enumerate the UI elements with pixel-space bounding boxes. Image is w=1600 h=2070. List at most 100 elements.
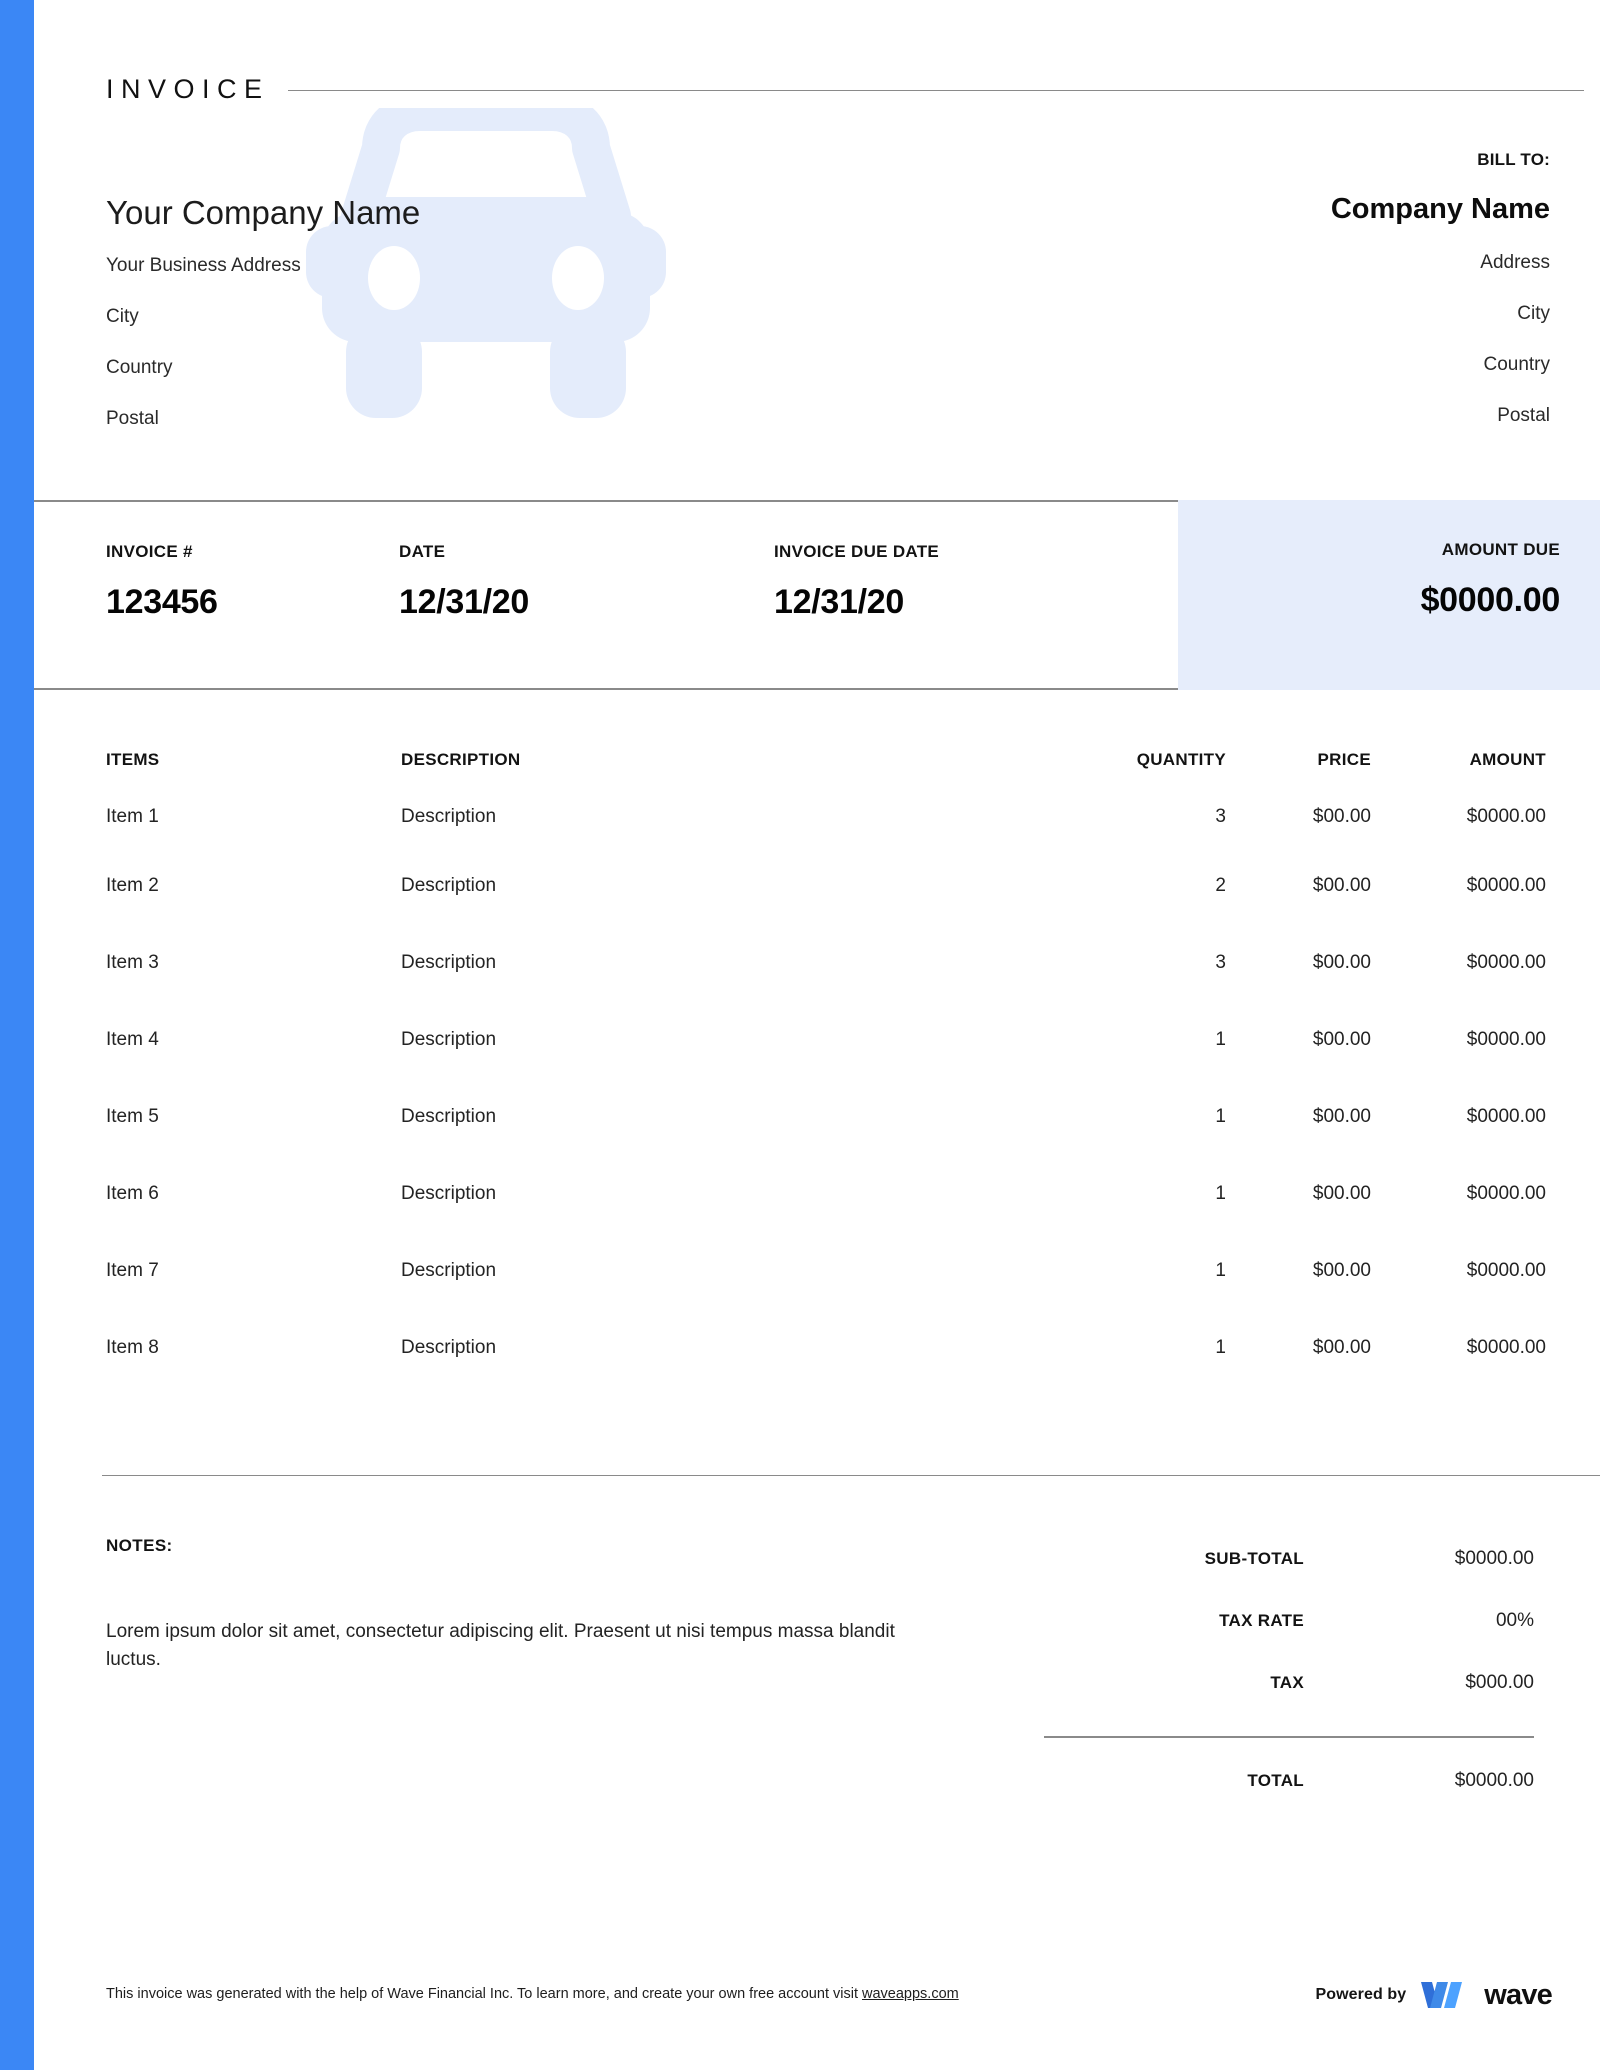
invoice-due-date-label: INVOICE DUE DATE — [774, 542, 940, 561]
amount-due-panel: AMOUNT DUE $0000.00 — [1178, 500, 1600, 690]
row-price: $00.00 — [1312, 874, 1371, 896]
invoice-number-value: 123456 — [106, 583, 218, 621]
notes-label: NOTES: — [106, 1536, 173, 1555]
row-price: $00.00 — [1312, 1182, 1371, 1204]
row-item-name: Item 6 — [106, 1182, 159, 1204]
row-description: Description — [401, 874, 497, 896]
row-price: $00.00 — [1312, 951, 1371, 973]
footer-disclaimer-text: This invoice was generated with the help… — [106, 1986, 862, 2002]
sender-address-line: Your Business Address — [106, 254, 301, 276]
invoice-date-value: 12/31/20 — [399, 583, 529, 621]
table-row: Item 3 Description 3 $00.00 $0000.00 — [106, 924, 1546, 1001]
totals-divider — [1044, 1736, 1534, 1738]
row-amount: $0000.00 — [1466, 805, 1546, 827]
bill-to-postal: Postal — [1497, 405, 1550, 426]
notes-and-totals: NOTES: Lorem ipsum dolor sit amet, conse… — [34, 1476, 1600, 1906]
powered-by-label: Powered by — [1315, 1986, 1407, 2003]
items-table-body: Item 1 Description 3 $00.00 $0000.00 Item 2 De… — [106, 770, 1546, 1386]
row-quantity: 1 — [1215, 1182, 1226, 1204]
waveapps-link[interactable]: waveapps.com — [862, 1986, 959, 2002]
row-amount: $0000.00 — [1466, 1336, 1546, 1358]
invoice-date-label: DATE — [399, 542, 446, 561]
row-amount: $0000.00 — [1466, 874, 1546, 896]
row-quantity: 3 — [1215, 805, 1226, 827]
row-description: Description — [401, 1028, 497, 1050]
items-table-head: ITEMS DESCRIPTION QUANTITY PRICE AMOUNT — [106, 690, 1546, 770]
invoice-due-date-value: 12/31/20 — [774, 583, 904, 621]
notes-block: NOTES: Lorem ipsum dolor sit amet, conse… — [106, 1536, 896, 1673]
page-title: INVOICE — [106, 73, 270, 104]
total-value: $0000.00 — [1454, 1770, 1534, 1791]
total-label: TOTAL — [1247, 1771, 1304, 1790]
column-header-quantity: QUANTITY — [1136, 750, 1226, 769]
row-item-name: Item 7 — [106, 1259, 159, 1281]
invoice-title-row: INVOICE — [106, 72, 1584, 106]
invoice-content: INVOICE Your Company Name Your Business … — [34, 0, 1600, 2070]
table-row: Item 5 Description 1 $00.00 $0000.00 — [106, 1078, 1546, 1155]
invoice-page: INVOICE Your Company Name Your Business … — [0, 0, 1600, 2070]
invoice-date-cell: DATE 12/31/20 — [399, 542, 529, 622]
sender-country: Country — [106, 356, 173, 378]
column-header-description: DESCRIPTION — [401, 750, 521, 769]
bill-to-address: Address — [1480, 252, 1550, 273]
bill-to-country: Country — [1483, 354, 1550, 375]
tax-row: TAX $000.00 — [1044, 1652, 1534, 1714]
row-amount: $0000.00 — [1466, 1182, 1546, 1204]
subtotal-row: SUB-TOTAL $0000.00 — [1044, 1528, 1534, 1590]
column-header-price: PRICE — [1317, 750, 1371, 769]
row-price: $00.00 — [1312, 1259, 1371, 1281]
table-row: Item 2 Description 2 $00.00 $0000.00 — [106, 847, 1546, 924]
row-quantity: 3 — [1215, 951, 1226, 973]
sender-block: Your Company Name Your Business Address … — [106, 194, 726, 428]
row-price: $00.00 — [1312, 1336, 1371, 1358]
title-divider — [287, 89, 1584, 91]
amount-due-cell: AMOUNT DUE $0000.00 — [1420, 540, 1561, 620]
row-quantity: 1 — [1215, 1259, 1226, 1281]
row-amount: $0000.00 — [1466, 1259, 1546, 1281]
table-row: Item 4 Description 1 $00.00 $0000.00 — [106, 1001, 1546, 1078]
row-item-name: Item 3 — [106, 951, 159, 973]
items-table: ITEMS DESCRIPTION QUANTITY PRICE AMOUNT … — [106, 690, 1546, 1386]
bill-to-company-name: Company Name — [1330, 193, 1550, 225]
row-item-name: Item 2 — [106, 874, 159, 896]
row-amount: $0000.00 — [1466, 1105, 1546, 1127]
amount-due-value: $0000.00 — [1420, 581, 1561, 619]
tax-rate-row: TAX RATE 00% — [1044, 1590, 1534, 1652]
row-description: Description — [401, 1336, 497, 1358]
invoice-meta-band: INVOICE # 123456 DATE 12/31/20 INVOICE D… — [34, 500, 1600, 690]
row-description: Description — [401, 1105, 497, 1127]
sender-city: City — [106, 305, 139, 327]
table-row: Item 7 Description 1 $00.00 $0000.00 — [106, 1232, 1546, 1309]
invoice-meta-fields: INVOICE # 123456 DATE 12/31/20 INVOICE D… — [34, 500, 1178, 690]
wave-logo-icon — [1421, 1982, 1463, 2008]
subtotal-value: $0000.00 — [1454, 1548, 1534, 1569]
table-row: Item 8 Description 1 $00.00 $0000.00 — [106, 1309, 1546, 1386]
invoice-footer: This invoice was generated with the help… — [34, 1978, 1600, 2018]
row-item-name: Item 1 — [106, 805, 159, 827]
row-quantity: 1 — [1215, 1105, 1226, 1127]
row-item-name: Item 5 — [106, 1105, 159, 1127]
footer-disclaimer: This invoice was generated with the help… — [106, 1986, 959, 2002]
column-header-items: ITEMS — [106, 750, 160, 769]
bill-to-city: City — [1517, 303, 1550, 324]
total-row: TOTAL $0000.00 — [1044, 1750, 1534, 1812]
wave-brand-name: wave — [1484, 1978, 1553, 2011]
notes-text: Lorem ipsum dolor sit amet, consectetur … — [106, 1621, 895, 1670]
tax-rate-label: TAX RATE — [1219, 1611, 1304, 1630]
row-price: $00.00 — [1312, 805, 1371, 827]
sender-company-name: Your Company Name — [106, 194, 421, 231]
row-item-name: Item 4 — [106, 1028, 159, 1050]
row-quantity: 1 — [1215, 1336, 1226, 1358]
bill-to-label: BILL TO: — [1477, 150, 1550, 169]
sender-postal: Postal — [106, 407, 159, 429]
row-description: Description — [401, 1259, 497, 1281]
row-description: Description — [401, 805, 497, 827]
row-price: $00.00 — [1312, 1028, 1371, 1050]
row-amount: $0000.00 — [1466, 951, 1546, 973]
items-table-header-row: ITEMS DESCRIPTION QUANTITY PRICE AMOUNT — [106, 690, 1546, 770]
row-item-name: Item 8 — [106, 1336, 159, 1358]
totals-block: SUB-TOTAL $0000.00 TAX RATE 00% TAX $000… — [1044, 1528, 1534, 1812]
table-row: Item 1 Description 3 $00.00 $0000.00 — [106, 770, 1546, 847]
invoice-number-label: INVOICE # — [106, 542, 193, 561]
row-amount: $0000.00 — [1466, 1028, 1546, 1050]
